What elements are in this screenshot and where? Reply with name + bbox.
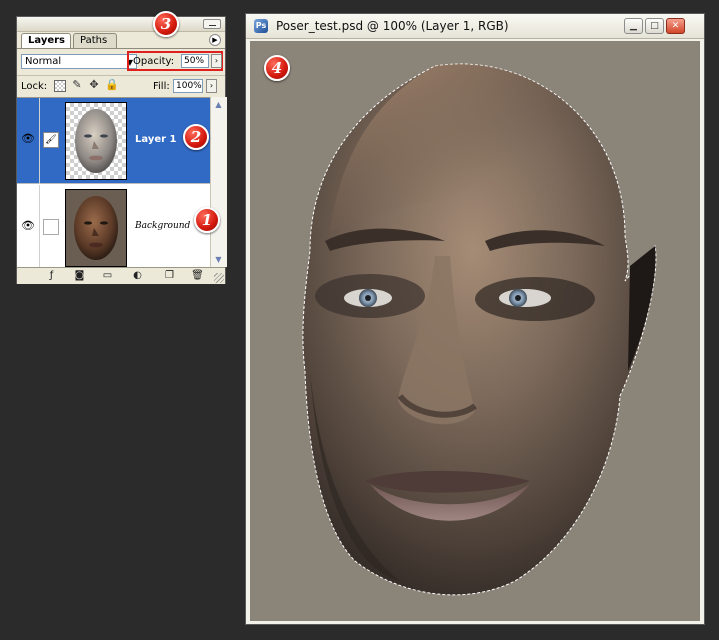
lock-transparency-icon[interactable]	[54, 80, 66, 92]
lock-all-icon[interactable]: 🔒	[105, 79, 119, 91]
opacity-slider-button[interactable]: ›	[211, 54, 222, 68]
layers-list: 👁 🖌 Layer 1 👁 Background	[17, 97, 210, 271]
add-mask-icon[interactable]: ▭	[101, 270, 114, 282]
minimize-button[interactable]: ▁	[624, 18, 643, 34]
blend-mode-value: Normal	[25, 56, 62, 67]
face-render-image	[302, 63, 657, 596]
photoshop-file-icon: Ps	[254, 19, 268, 33]
marker-3: 3	[153, 11, 179, 37]
document-canvas[interactable]	[250, 41, 700, 621]
scroll-up-icon[interactable]: ▲	[213, 99, 224, 110]
opacity-input[interactable]: 50%	[181, 54, 209, 68]
layer-1[interactable]: 👁 🖌 Layer 1	[17, 98, 210, 184]
opacity-label: Opacity:	[133, 56, 175, 67]
document-titlebar[interactable]: Ps Poser_test.psd @ 100% (Layer 1, RGB) …	[246, 14, 704, 39]
lock-label: Lock:	[21, 81, 48, 92]
opacity-control: Opacity: 50% ›	[127, 51, 223, 71]
layer-thumbnail	[65, 189, 127, 267]
scroll-down-icon[interactable]: ▼	[213, 254, 224, 265]
eye-icon[interactable]: 👁	[21, 132, 35, 146]
palette-menu-icon[interactable]: ▶	[209, 34, 221, 46]
column-divider	[39, 98, 40, 184]
lock-position-icon[interactable]: ✥	[88, 79, 100, 91]
tab-paths[interactable]: Paths	[73, 33, 117, 48]
add-layer-style-icon[interactable]: ◙	[73, 270, 86, 282]
new-adjustment-layer-icon[interactable]: ❐	[163, 270, 176, 282]
marker-2: 2	[183, 124, 209, 150]
new-group-icon[interactable]: ◐	[131, 270, 144, 282]
document-title: Poser_test.psd @ 100% (Layer 1, RGB)	[276, 19, 509, 33]
options-divider	[17, 75, 225, 76]
marker-1: 1	[194, 207, 220, 233]
brush-icon[interactable]: 🖌	[43, 132, 59, 148]
layers-footer: ƒ ◙ ▭ ◐ ❐ 🗑	[17, 267, 225, 284]
lock-pixels-icon[interactable]: ✎	[71, 79, 83, 91]
column-divider	[39, 185, 40, 271]
layer-name: Background	[135, 221, 191, 231]
blend-mode-select[interactable]: Normal ▼	[21, 54, 137, 69]
fill-input[interactable]: 100%	[173, 79, 203, 93]
maximize-button[interactable]: □	[645, 18, 664, 34]
fill-slider-button[interactable]: ›	[206, 79, 217, 93]
palette-titlebar[interactable]	[17, 17, 225, 32]
background-layer[interactable]: 👁 Background	[17, 185, 210, 271]
marker-4: 4	[264, 55, 290, 81]
layers-palette: Layers Paths ▶ Normal ▼ Opacity: 50% › L…	[16, 16, 227, 284]
document-window: Ps Poser_test.psd @ 100% (Layer 1, RGB) …	[245, 13, 705, 625]
lock-options: ✎ ✥ 🔒	[54, 79, 119, 92]
face-thumbnail-image	[74, 196, 118, 260]
face-thumbnail-image	[75, 109, 117, 173]
tab-layers[interactable]: Layers	[21, 33, 71, 48]
tab-divider	[17, 48, 225, 49]
resize-grip-icon[interactable]	[214, 273, 224, 283]
layer-name: Layer 1	[135, 134, 177, 145]
fill-label: Fill:	[153, 81, 170, 92]
layer-thumbnail	[65, 102, 127, 180]
layers-scrollbar[interactable]: ▲ ▼	[210, 97, 227, 267]
close-button[interactable]: ✕	[666, 18, 685, 34]
delete-layer-icon[interactable]: 🗑	[191, 270, 204, 282]
palette-minimize-button[interactable]	[203, 19, 221, 29]
link-box[interactable]	[43, 219, 59, 235]
eye-icon[interactable]: 👁	[21, 219, 35, 233]
link-layers-icon[interactable]: ƒ	[45, 270, 58, 282]
